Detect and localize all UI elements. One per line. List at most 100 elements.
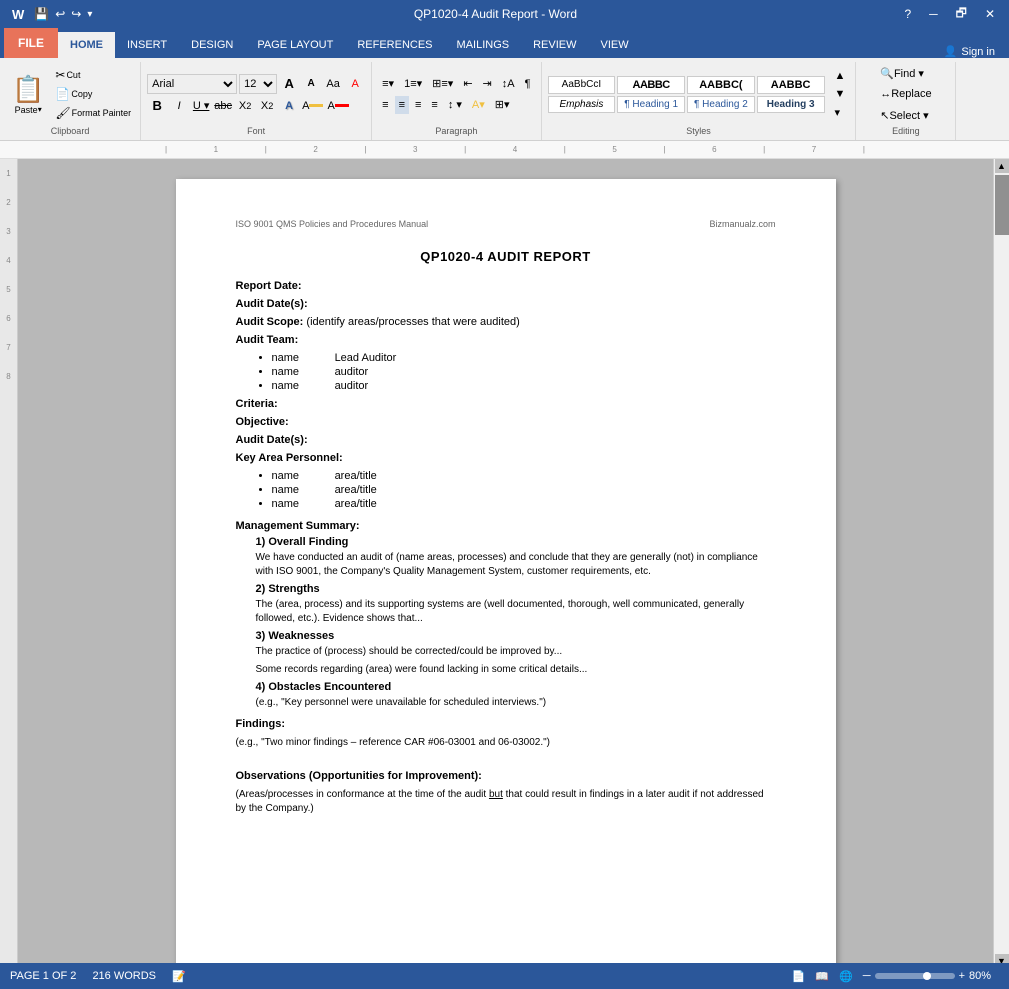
key-member-1: name area/title [272, 470, 776, 482]
weaknesses-content-1: The practice of (process) should be corr… [256, 645, 776, 659]
obstacles-heading: 4) Obstacles Encountered [256, 681, 776, 693]
tab-insert[interactable]: INSERT [115, 32, 179, 58]
replace-button[interactable]: ↔ Replace [876, 85, 935, 103]
field-audit-scope: Audit Scope: (identify areas/processes t… [236, 316, 776, 328]
window-title: QP1020-4 Audit Report - Word [92, 7, 898, 21]
borders-button[interactable]: ⊞▾ [491, 96, 514, 114]
change-case-button[interactable]: Aa [323, 75, 343, 93]
increase-indent-button[interactable]: ⇥ [479, 75, 496, 93]
italic-button[interactable]: I [169, 97, 189, 115]
zoom-thumb[interactable] [923, 972, 931, 980]
justify-button[interactable]: ≡ [427, 96, 441, 114]
styles-scroll-up[interactable]: ▲ [831, 67, 850, 85]
tab-review[interactable]: REVIEW [521, 32, 588, 58]
minimize-button[interactable]: ─ [923, 7, 944, 21]
scroll-thumb[interactable] [995, 175, 1009, 235]
tab-view[interactable]: VIEW [589, 32, 641, 58]
align-left-button[interactable]: ≡ [378, 96, 392, 114]
bold-button[interactable]: B [147, 97, 167, 115]
style-heading1[interactable]: AABBC( [687, 76, 755, 94]
grow-font-button[interactable]: A [279, 75, 299, 93]
zoom-in-button[interactable]: + [959, 970, 965, 982]
tab-design[interactable]: DESIGN [179, 32, 245, 58]
qat-redo[interactable]: ↪ [71, 7, 81, 21]
zoom-slider[interactable] [875, 973, 955, 979]
observations-section: Observations (Opportunities for Improvem… [236, 770, 776, 782]
main-area: 12345678 ISO 9001 QMS Policies and Proce… [0, 159, 1009, 968]
scroll-track [995, 173, 1009, 954]
shading-button[interactable]: A▾ [468, 96, 489, 114]
align-center-button[interactable]: ≡ [395, 96, 409, 114]
show-formatting-button[interactable]: ¶ [521, 75, 535, 93]
page-indicator: PAGE 1 OF 2 [10, 970, 76, 982]
sort-button[interactable]: ↕A [498, 75, 519, 93]
style-h1-label[interactable]: ¶ Heading 1 [617, 96, 685, 113]
help-button[interactable]: ? [898, 7, 917, 21]
view-web-button[interactable]: 🌐 [839, 970, 853, 983]
header-right: Bizmanualz.com [709, 219, 775, 229]
styles-gallery: AaBbCcI AABBC AABBC( AABBC Emphasis ¶ He… [548, 64, 850, 124]
style-emphasis[interactable]: Emphasis [548, 96, 616, 113]
qat-undo[interactable]: ↩ [55, 7, 65, 21]
numbering-button[interactable]: 1≡▾ [400, 75, 426, 93]
font-family-select[interactable]: Arial [147, 74, 237, 94]
highlight-button[interactable]: A [301, 97, 324, 115]
document-area[interactable]: ISO 9001 QMS Policies and Procedures Man… [18, 159, 993, 968]
view-reading-button[interactable]: 📖 [815, 970, 829, 983]
text-effects-button[interactable]: A [279, 97, 299, 115]
font-size-select[interactable]: 12 [239, 74, 277, 94]
view-print-button[interactable]: 📄 [792, 970, 806, 983]
superscript-button[interactable]: X2 [257, 97, 277, 115]
key-member-list: name area/title name area/title name are… [272, 470, 776, 510]
zoom-out-button[interactable]: ─ [863, 970, 871, 982]
font-color-button[interactable]: A [326, 97, 349, 115]
close-button[interactable]: ✕ [979, 7, 1001, 21]
qat-save[interactable]: 💾 [34, 7, 49, 21]
vertical-scrollbar[interactable]: ▲ ▼ [993, 159, 1009, 968]
field-criteria: Criteria: [236, 398, 776, 410]
paste-button[interactable]: 📋 Paste▾ [6, 72, 50, 117]
underline-button[interactable]: U ▾ [191, 97, 211, 115]
tab-page-layout[interactable]: PAGE LAYOUT [245, 32, 345, 58]
sign-in-button[interactable]: 👤 Sign in [934, 45, 1005, 58]
proof-icon: 📝 [172, 970, 186, 983]
copy-button[interactable]: 📄 Copy [52, 85, 134, 103]
vertical-ruler: 12345678 [0, 159, 18, 968]
restore-button[interactable]: 🗗 [950, 4, 973, 25]
word-icon: W [8, 6, 28, 23]
clipboard-label: Clipboard [51, 126, 90, 138]
overall-finding-section: 1) Overall Finding We have conducted an … [256, 536, 776, 579]
tab-references[interactable]: REFERENCES [345, 32, 444, 58]
clear-format-button[interactable]: A [345, 75, 365, 93]
style-heading2[interactable]: AABBC [757, 76, 825, 94]
field-audit-team: Audit Team: [236, 334, 776, 346]
team-member-3: name auditor [272, 380, 776, 392]
multilevel-list-button[interactable]: ⊞≡▾ [428, 75, 457, 93]
tab-file[interactable]: FILE [4, 28, 58, 58]
styles-scroll-down[interactable]: ▼ [831, 85, 850, 103]
zoom-level: 80% [969, 970, 999, 982]
field-report-date: Report Date: [236, 280, 776, 292]
format-painter-button[interactable]: 🖌 Format Painter [52, 104, 134, 122]
bullets-button[interactable]: ≡▾ [378, 75, 398, 93]
decrease-indent-button[interactable]: ⇤ [459, 75, 476, 93]
style-h2-label[interactable]: ¶ Heading 2 [687, 96, 755, 113]
subscript-button[interactable]: X2 [235, 97, 255, 115]
strikethrough-button[interactable]: abc [213, 97, 233, 115]
field-key-personnel: Key Area Personnel: [236, 452, 776, 464]
line-spacing-button[interactable]: ↕ ▾ [444, 96, 466, 114]
styles-more[interactable]: ▾ [831, 103, 850, 121]
align-right-button[interactable]: ≡ [411, 96, 425, 114]
style-h3-label[interactable]: Heading 3 [757, 96, 825, 113]
tab-home[interactable]: HOME [58, 32, 115, 58]
style-no-spacing[interactable]: AABBC [617, 76, 685, 94]
overall-finding-content: We have conducted an audit of (name area… [256, 551, 776, 579]
field-objective: Objective: [236, 416, 776, 428]
find-button[interactable]: 🔍 Find ▾ [876, 64, 935, 82]
style-normal[interactable]: AaBbCcI [548, 76, 616, 94]
shrink-font-button[interactable]: A [301, 75, 321, 93]
scroll-up-button[interactable]: ▲ [995, 159, 1009, 173]
cut-button[interactable]: ✂ Cut [52, 66, 134, 84]
select-button[interactable]: ↖ Select ▾ [876, 106, 935, 124]
tab-mailings[interactable]: MAILINGS [445, 32, 522, 58]
